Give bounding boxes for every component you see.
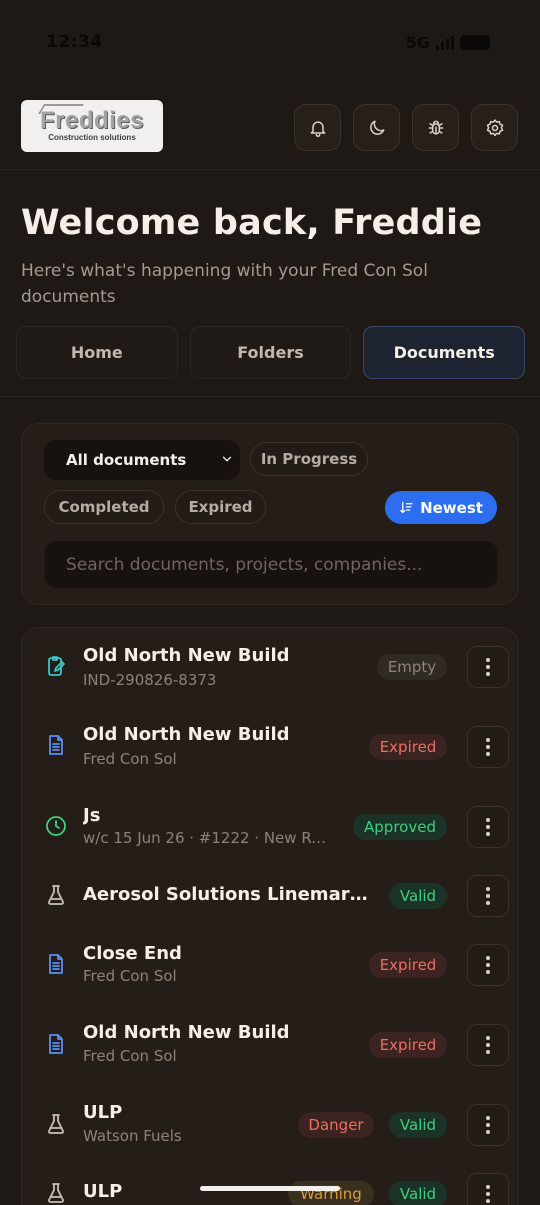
document-subtitle: w/c 15 Jun 26 · #1222 · New Rock ...	[83, 829, 335, 847]
tab-home[interactable]: Home	[16, 326, 178, 379]
status-badge-expired: Expired	[369, 734, 447, 760]
document-icon	[44, 733, 68, 757]
document-title: ULP	[83, 1102, 123, 1123]
kebab-menu-icon	[486, 956, 490, 960]
tab-folders[interactable]: Folders	[189, 326, 352, 379]
select-value: All documents	[66, 451, 187, 469]
document-subtitle: Fred Con Sol	[83, 750, 177, 768]
sort-label: Newest	[420, 498, 483, 517]
more-options-button[interactable]	[467, 944, 509, 986]
logo-tagline: Construction solutions	[48, 133, 136, 142]
document-subtitle: Fred Con Sol	[83, 967, 177, 985]
app-header: Freddies Construction solutions	[0, 100, 540, 170]
status-badge-warning: Warning	[288, 1181, 374, 1205]
welcome-subtitle: Here's what's happening with your Fred C…	[21, 261, 428, 307]
document-list: Old North New Build IND-290826-8373 Empty O…	[21, 627, 519, 1205]
status-indicators: 5G	[406, 33, 490, 52]
theme-toggle-button[interactable]	[353, 104, 400, 151]
status-badge-expired: Expired	[369, 952, 447, 978]
status-badge-valid: Valid	[389, 1181, 447, 1205]
gear-icon	[486, 118, 503, 136]
kebab-menu-icon	[486, 1185, 490, 1189]
moon-icon	[369, 120, 384, 135]
status-badge-danger: Danger	[298, 1112, 374, 1138]
kebab-menu-icon	[486, 1036, 490, 1040]
status-badge-approved: Approved	[353, 814, 447, 840]
document-title: ULP	[83, 1181, 123, 1202]
flask-icon	[44, 1112, 68, 1136]
status-bar: 12:34 5G	[0, 0, 540, 88]
battery-icon	[460, 35, 490, 50]
logo-roof-icon	[38, 104, 84, 114]
kebab-menu-icon	[486, 887, 490, 891]
document-title: Close End	[83, 943, 182, 964]
status-badge-valid: Valid	[389, 883, 447, 909]
document-subtitle: Fred Con Sol	[83, 1047, 177, 1065]
more-options-button[interactable]	[467, 726, 509, 768]
clock-icon	[44, 814, 68, 838]
document-type-select[interactable]: All documents	[44, 440, 240, 480]
document-icon	[44, 1032, 68, 1056]
document-row[interactable]: ULP Warning Valid	[22, 628, 518, 1205]
document-icon	[44, 952, 68, 976]
document-title: Old North New Build	[83, 724, 290, 745]
flask-icon	[44, 883, 68, 907]
tab-documents[interactable]: Documents	[363, 326, 526, 379]
status-time: 12:34	[46, 32, 103, 52]
settings-button[interactable]	[471, 104, 518, 151]
more-options-button[interactable]	[467, 1024, 509, 1066]
notifications-button[interactable]	[294, 104, 341, 151]
signal-icon	[436, 35, 454, 50]
sort-newest-button[interactable]: Newest	[385, 491, 497, 524]
home-indicator[interactable]	[200, 1186, 340, 1191]
bell-icon	[310, 120, 325, 137]
more-options-button[interactable]	[467, 806, 509, 848]
network-label: 5G	[405, 33, 430, 52]
divider	[0, 396, 540, 397]
document-title: Aerosol Solutions Linemarker (...	[83, 884, 373, 905]
bug-icon	[428, 120, 443, 135]
status-badge-expired: Expired	[369, 1032, 447, 1058]
filter-chip-completed[interactable]: Completed	[44, 490, 164, 524]
filter-chip-expired[interactable]: Expired	[175, 490, 266, 524]
document-title: Old North New Build	[83, 1022, 290, 1043]
status-badge-valid: Valid	[389, 1112, 447, 1138]
more-options-button[interactable]	[467, 1173, 509, 1205]
document-subtitle: Watson Fuels	[83, 1127, 182, 1145]
filter-panel: All documents In Progress Completed Expi…	[21, 423, 519, 605]
kebab-menu-icon	[486, 1116, 490, 1120]
search-input[interactable]: Search documents, projects, companies...	[44, 540, 498, 589]
sort-icon	[400, 501, 413, 514]
more-options-button[interactable]	[467, 875, 509, 917]
kebab-menu-icon	[486, 818, 490, 822]
logo[interactable]: Freddies Construction solutions	[21, 100, 163, 152]
flask-icon	[44, 1181, 68, 1205]
kebab-menu-icon	[486, 738, 490, 742]
debug-button[interactable]	[412, 104, 459, 151]
document-title: Js	[83, 805, 101, 826]
main-tabs: Home Folders Documents	[16, 326, 526, 379]
more-options-button[interactable]	[467, 1104, 509, 1146]
chevron-down-icon	[222, 456, 232, 462]
welcome-title: Welcome back, Freddie	[21, 203, 483, 243]
filter-chip-in-progress[interactable]: In Progress	[250, 442, 368, 476]
